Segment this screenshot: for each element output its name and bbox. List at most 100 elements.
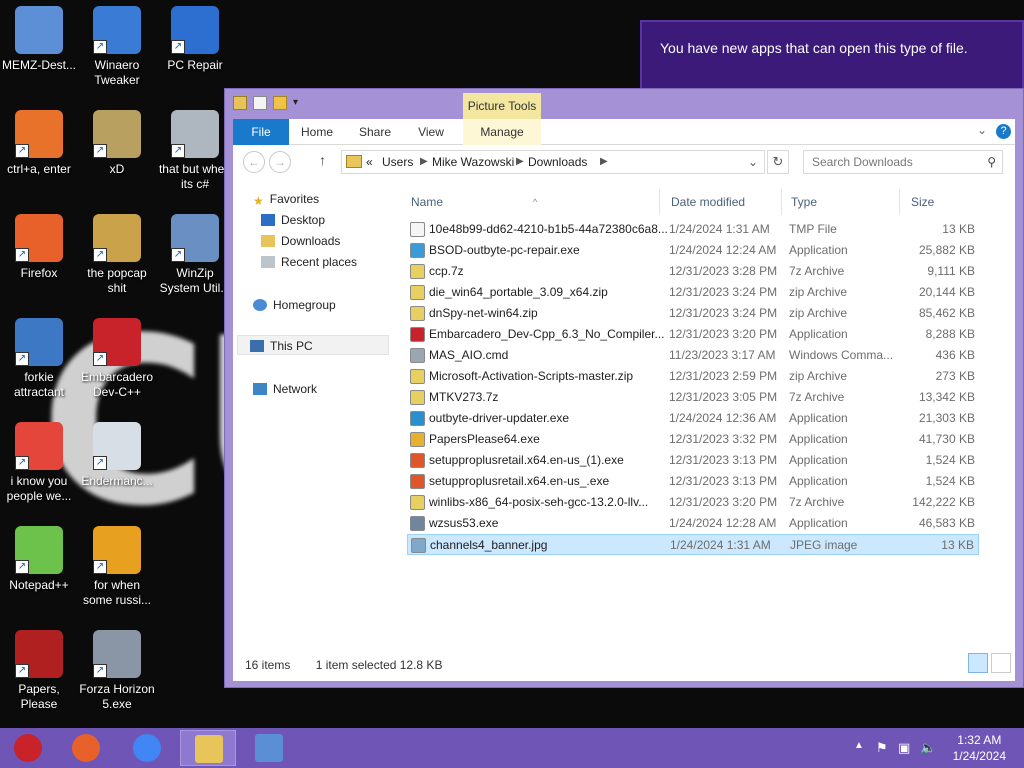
action-center-flag-icon[interactable]: ⚑	[876, 740, 888, 756]
file-row[interactable]: Embarcadero_Dev-Cpp_6.3_No_Compiler... 12…	[407, 324, 979, 345]
desktop-icon[interactable]: ↗ Papers, Please	[0, 630, 78, 712]
desktop-icon[interactable]: ↗ i know you people we...	[0, 422, 78, 504]
file-row[interactable]: MTKV273.7z 12/31/2023 3:05 PM 7z Archive 13…	[407, 387, 979, 408]
file-row[interactable]: PapersPlease64.exe 12/31/2023 3:32 PM Appl…	[407, 429, 979, 450]
breadcrumb-downloads[interactable]: Downloads	[528, 151, 587, 173]
file-row[interactable]: BSOD-outbyte-pc-repair.exe 1/24/2024 12:2…	[407, 240, 979, 261]
nav-network[interactable]: Network	[253, 379, 317, 399]
winaero-icon: ↗	[93, 6, 141, 54]
taskbar-button[interactable]	[58, 730, 114, 766]
new-folder-icon[interactable]	[273, 96, 287, 110]
column-header-name[interactable]: Name ^	[411, 191, 537, 213]
file-row[interactable]: Microsoft-Activation-Scripts-master.zip 1…	[407, 366, 979, 387]
desktop-icon[interactable]: ↗ for when some russi...	[78, 526, 156, 608]
desktop-icon[interactable]: ↗ PC Repair	[156, 6, 234, 73]
tab-manage[interactable]: Manage	[463, 119, 541, 145]
breadcrumb-separator-icon[interactable]: ▶	[420, 151, 428, 173]
properties-icon[interactable]	[253, 96, 267, 110]
file-type: Application	[789, 453, 848, 467]
address-history-chevron-icon[interactable]: ⌄	[748, 151, 758, 173]
desktop-icon[interactable]: ↗ Embarcadero Dev-C++	[78, 318, 156, 400]
file-row[interactable]: wzsus53.exe 1/24/2024 12:28 AM Application…	[407, 513, 979, 534]
desktop-icon[interactable]: ↗ Forza Horizon 5.exe	[78, 630, 156, 712]
tab-view[interactable]: View	[409, 119, 453, 145]
chevron-down-icon[interactable]: ▾	[293, 96, 307, 110]
taskbar-button[interactable]	[0, 730, 56, 766]
file-row[interactable]: dnSpy-net-win64.zip 12/31/2023 3:24 PM zip…	[407, 303, 979, 324]
folder-icon	[346, 155, 362, 168]
pc-repair-shield-icon: ↗	[171, 6, 219, 54]
breadcrumb-overflow[interactable]: «	[366, 151, 373, 173]
search-input[interactable]: Search Downloads ⚲	[803, 150, 1003, 174]
file-name: channels4_banner.jpg	[430, 538, 548, 552]
refresh-button[interactable]: ↻	[767, 150, 789, 174]
explorer-content: ★ Favorites Desktop Downloads Recent plac…	[233, 179, 1015, 681]
file-type-icon	[410, 348, 425, 363]
file-explorer-window[interactable]: ▾ Picture Tools File Home Share View Man…	[224, 88, 1024, 688]
desktop-icon[interactable]: ↗ Endermanc...	[78, 422, 156, 489]
breadcrumb-separator-icon[interactable]: ▶	[600, 151, 608, 173]
file-row[interactable]: die_win64_portable_3.09_x64.zip 12/31/202…	[407, 282, 979, 303]
network-tray-icon[interactable]: ▣	[898, 740, 910, 756]
tab-share[interactable]: Share	[353, 119, 397, 145]
recycle-bin-icon	[15, 6, 63, 54]
column-header-type[interactable]: Type	[791, 191, 817, 213]
desktop-icon[interactable]: ↗ that but when its c#	[156, 110, 234, 192]
file-row[interactable]: winlibs-x86_64-posix-seh-gcc-13.2.0-llv.…	[407, 492, 979, 513]
desktop-icon[interactable]: ↗ Notepad++	[0, 526, 78, 593]
file-row[interactable]: outbyte-driver-updater.exe 1/24/2024 12:3…	[407, 408, 979, 429]
nav-label: This PC	[270, 339, 313, 353]
nav-downloads[interactable]: Downloads	[261, 231, 340, 251]
desktop-icon[interactable]: ↗ Winaero Tweaker	[78, 6, 156, 88]
back-button[interactable]: ←	[243, 151, 265, 173]
details-view-icon[interactable]	[968, 653, 988, 673]
breadcrumb-users[interactable]: Users	[382, 151, 413, 173]
desktop-icon[interactable]: ↗ xD	[78, 110, 156, 177]
file-row[interactable]: setupproplusretail.x64.en-us_.exe 12/31/2…	[407, 471, 979, 492]
desktop-icon[interactable]: ↗ Firefox	[0, 214, 78, 281]
shortcut-arrow-icon: ↗	[93, 456, 107, 470]
desktop-icon[interactable]: ↗ WinZip System Util...	[156, 214, 234, 296]
tab-home[interactable]: Home	[295, 119, 339, 145]
clock[interactable]: 1:32 AM 1/24/2024	[953, 732, 1006, 764]
forward-button[interactable]: →	[269, 151, 291, 173]
show-hidden-icons-icon[interactable]: ▲	[854, 740, 864, 751]
tab-file[interactable]: File	[233, 119, 289, 145]
file-type-icon	[410, 516, 425, 531]
volume-muted-icon[interactable]: 🔈	[920, 740, 936, 756]
file-type-icon	[410, 264, 425, 279]
file-row[interactable]: MAS_AIO.cmd 11/23/2023 3:17 AM Windows Com…	[407, 345, 979, 366]
nav-recent-places[interactable]: Recent places	[261, 252, 357, 272]
taskbar-button[interactable]	[119, 730, 175, 766]
nav-homegroup[interactable]: Homegroup	[253, 295, 336, 315]
breadcrumb-separator-icon[interactable]: ▶	[516, 151, 524, 173]
nav-this-pc[interactable]: This PC	[237, 335, 389, 355]
folder-icon[interactable]	[233, 96, 247, 110]
file-row[interactable]: ccp.7z 12/31/2023 3:28 PM 7z Archive 9,111 …	[407, 261, 979, 282]
file-row[interactable]: 10e48b99-dd62-4210-b1b5-44a72380c6a8... 1…	[407, 219, 979, 240]
file-row[interactable]: setupproplusretail.x64.en-us_(1).exe 12/3…	[407, 450, 979, 471]
expand-ribbon-icon[interactable]: ⌄	[977, 123, 987, 137]
file-size: 1,524 KB	[925, 474, 975, 488]
address-bar-row: ← → ↑ « Users ▶ Mike Wazowski ▶ Download…	[233, 145, 1015, 179]
help-icon[interactable]: ?	[996, 124, 1011, 139]
taskbar-button[interactable]	[241, 730, 297, 766]
up-button[interactable]: ↑	[319, 152, 326, 168]
desktop-icon[interactable]: MEMZ-Dest...	[0, 6, 78, 73]
breadcrumb-user[interactable]: Mike Wazowski	[432, 151, 514, 173]
address-bar[interactable]: « Users ▶ Mike Wazowski ▶ Downloads ▶ ⌄	[341, 150, 765, 174]
taskbar-button[interactable]	[180, 730, 236, 766]
file-date: 1/24/2024 12:36 AM	[669, 411, 777, 425]
file-type-icon	[410, 285, 425, 300]
desktop-icon[interactable]: ↗ the popcap shit	[78, 214, 156, 296]
nav-favorites[interactable]: ★ Favorites	[253, 189, 319, 209]
desktop-icon[interactable]: ↗ forkie attractant	[0, 318, 78, 400]
desktop-icon[interactable]: ↗ ctrl+a, enter	[0, 110, 78, 177]
column-header-size[interactable]: Size	[911, 191, 934, 213]
nav-desktop[interactable]: Desktop	[261, 210, 325, 230]
file-row[interactable]: channels4_banner.jpg 1/24/2024 1:31 AM JPE…	[407, 534, 979, 555]
column-header-date[interactable]: Date modified	[671, 191, 745, 213]
title-bar[interactable]: ▾ Picture Tools	[225, 89, 1023, 119]
large-icons-view-icon[interactable]	[991, 653, 1011, 673]
nav-label: Desktop	[281, 213, 326, 227]
